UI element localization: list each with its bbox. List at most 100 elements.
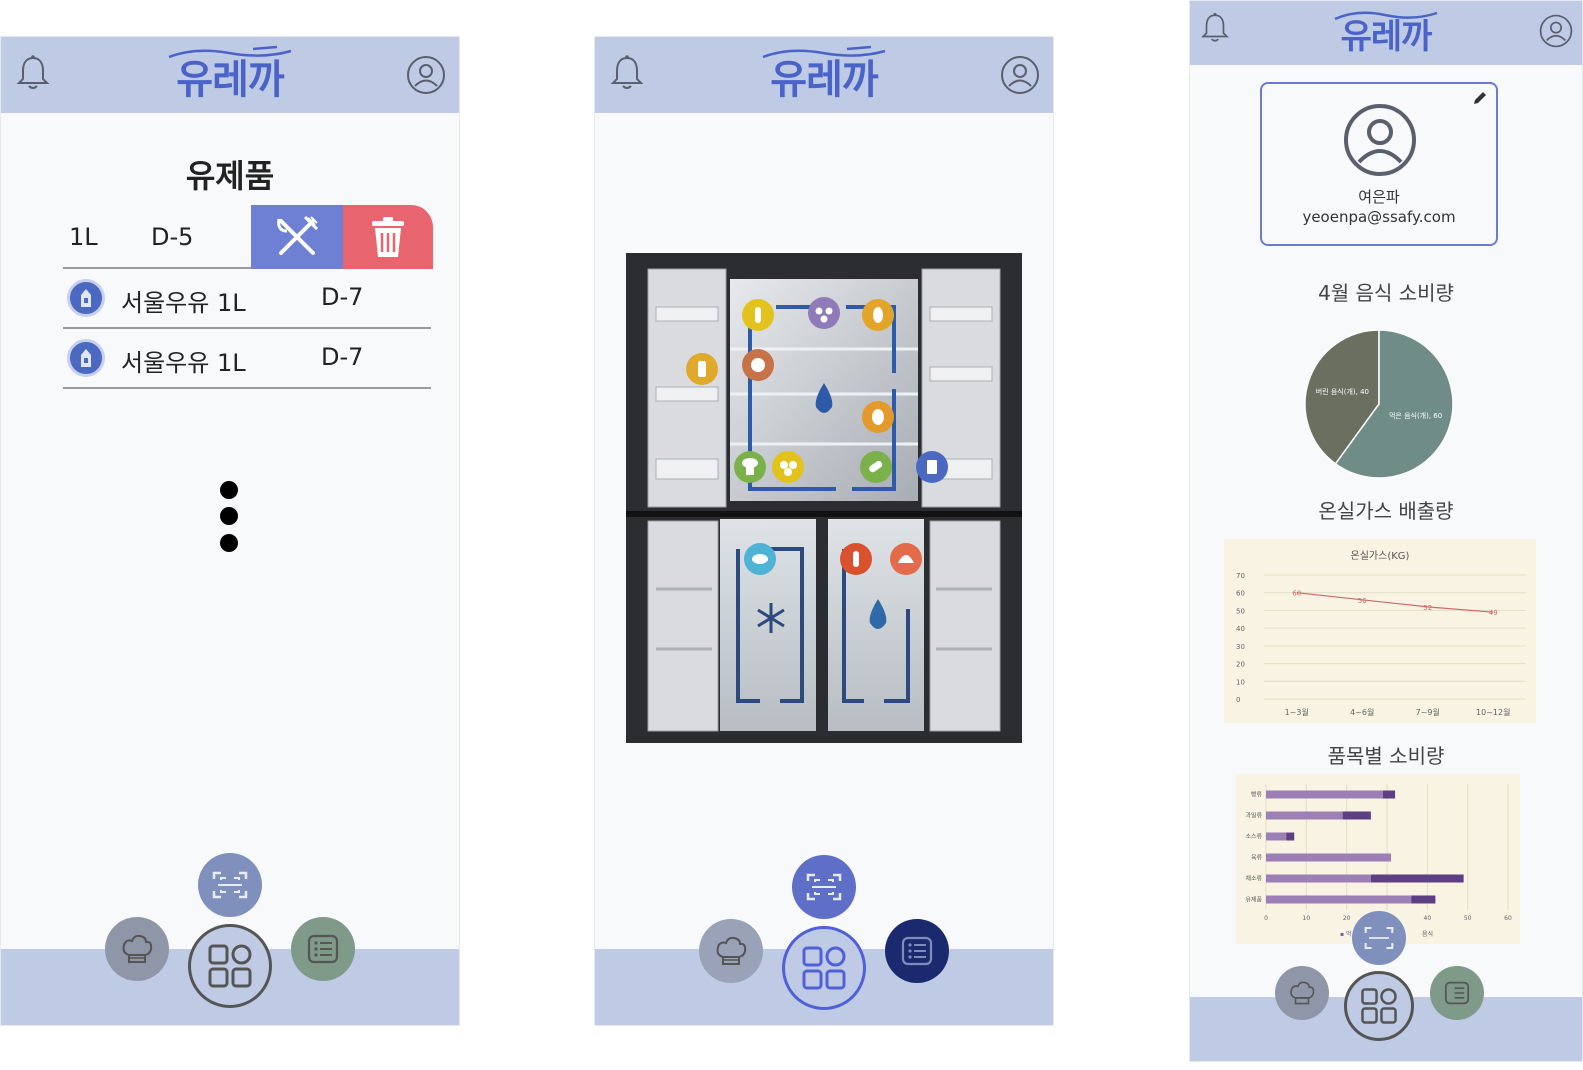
eat-button[interactable]: [251, 205, 343, 269]
chef-hat-icon: [122, 934, 153, 963]
item-name: 서울우유 1L: [121, 289, 246, 317]
beans-icon: [808, 297, 840, 329]
bar: [1266, 790, 1383, 799]
x-tick-label: 60: [1504, 915, 1512, 922]
swiped-item-row[interactable]: 1L D-5: [63, 205, 433, 269]
avatar-icon: [1344, 104, 1416, 176]
profile-icon[interactable]: [405, 54, 447, 96]
list-item[interactable]: 서울우유 1L D-7: [63, 269, 431, 329]
bar-section-title: 품목별 소비량: [1327, 744, 1445, 768]
legend-entry: 음식: [1422, 930, 1433, 938]
milk-carton-icon: [67, 279, 105, 317]
y-tick-label: 유제품: [1245, 896, 1262, 904]
recipe-button[interactable]: [105, 917, 169, 981]
more-dot: [220, 507, 238, 525]
delete-button[interactable]: [343, 205, 433, 269]
home-button[interactable]: [1344, 971, 1414, 1041]
legend-entry: ▪ 먹: [1340, 930, 1352, 938]
x-tick-label: 20: [1343, 915, 1351, 922]
scan-icon: [212, 871, 248, 899]
bar: [1382, 790, 1396, 799]
item-quantity: 1L: [69, 223, 98, 251]
x-tick-label: 4~6월: [1350, 707, 1374, 717]
bar: [1266, 832, 1287, 841]
line-section-title: 온실가스 배출량: [1318, 499, 1454, 523]
bar: [1286, 832, 1295, 841]
list-button[interactable]: [291, 917, 355, 981]
bar: [1411, 895, 1436, 904]
list-icon: [307, 934, 339, 964]
chef-hat-icon: [1290, 981, 1315, 1005]
screen-fridge-view: 유레까: [594, 36, 1054, 1026]
potato-icon: [772, 451, 804, 483]
grid-icon: [1361, 988, 1397, 1024]
scan-button[interactable]: [1352, 911, 1406, 965]
scan-icon: [806, 873, 842, 901]
item-name: 서울우유 1L: [121, 349, 246, 377]
x-tick-label: 1~3월: [1285, 707, 1309, 717]
scan-button[interactable]: [792, 855, 856, 919]
list-button[interactable]: [1430, 966, 1484, 1020]
list-item[interactable]: 서울우유 1L D-7: [63, 329, 431, 389]
chef-hat-icon: [716, 936, 747, 965]
bar: [1266, 811, 1343, 820]
x-tick-label: 40: [1424, 915, 1432, 922]
item-dday: D-7: [321, 283, 364, 311]
y-tick-label: 30: [1236, 643, 1245, 651]
recipe-button[interactable]: [699, 919, 763, 983]
list-button[interactable]: [885, 919, 949, 983]
bar: [1266, 895, 1412, 904]
profile-card: 여은파 yeoenpa@ssafy.com: [1260, 82, 1498, 246]
data-label: 60: [1292, 590, 1301, 598]
scan-icon: [1364, 926, 1394, 950]
profile-icon[interactable]: [1538, 13, 1574, 49]
x-tick-label: 50: [1464, 915, 1472, 922]
profile-name: 여은파: [1358, 188, 1400, 206]
pie-section-title: 4월 음식 소비량: [1318, 281, 1454, 305]
consumption-pie-chart: 버린 음식(개), 40 먹은 음식(개), 60: [1304, 329, 1454, 479]
data-label: 56: [1358, 597, 1367, 605]
list-icon: [1444, 981, 1470, 1005]
y-tick-label: 채소류: [1245, 875, 1262, 883]
y-tick-label: 50: [1236, 607, 1245, 615]
grid-icon: [802, 946, 846, 990]
chart-title: 온실가스(KG): [1351, 550, 1410, 562]
category-title: 유제품: [185, 157, 275, 195]
series-line: [1296, 592, 1494, 613]
profile-icon[interactable]: [999, 54, 1041, 96]
screen-profile-stats: 유레까 여은파 yeoenpa@ssafy.com 4월 음식 소비량 버린 음…: [1189, 0, 1583, 1062]
x-tick-label: 10~12월: [1476, 707, 1510, 717]
recipe-button[interactable]: [1275, 966, 1329, 1020]
emission-line-chart: 온실가스(KG) 0 10 20 30 40 50 60 70 1~3월 4~6월 7~9월 10~12…: [1224, 539, 1536, 723]
home-button[interactable]: [188, 924, 272, 1008]
grid-icon: [208, 944, 252, 988]
top-header: 유레까: [1, 37, 459, 113]
pencil-icon[interactable]: [1472, 90, 1488, 106]
data-label: 52: [1423, 604, 1432, 612]
x-tick-label: 10: [1303, 915, 1311, 922]
top-header: 유레까: [595, 37, 1053, 113]
y-tick-label: 빵류: [1251, 791, 1263, 799]
y-tick-label: 40: [1236, 625, 1245, 633]
pie-slice-label: 먹은 음식(개), 60: [1389, 411, 1442, 420]
bar: [1266, 874, 1371, 883]
profile-email: yeoenpa@ssafy.com: [1302, 208, 1456, 226]
more-dot: [220, 534, 238, 552]
x-tick-label: 0: [1264, 915, 1268, 922]
y-tick-label: 60: [1236, 590, 1245, 598]
app-logo: 유레까: [770, 57, 878, 103]
fridge-image[interactable]: [626, 249, 1022, 743]
pie-slice-label: 버린 음식(개), 40: [1316, 387, 1369, 396]
bar: [1342, 811, 1371, 820]
bar: [1266, 853, 1392, 862]
app-logo: 유레까: [176, 57, 284, 103]
top-header: 유레까: [1190, 1, 1582, 65]
fork-knife-icon: [277, 215, 319, 255]
y-tick-label: 0: [1236, 696, 1240, 704]
x-tick-label: 7~9월: [1416, 707, 1440, 717]
y-tick-label: 20: [1236, 661, 1245, 669]
home-button[interactable]: [782, 926, 866, 1010]
trash-icon: [372, 217, 404, 257]
data-label: 49: [1489, 609, 1498, 617]
scan-button[interactable]: [198, 853, 262, 917]
